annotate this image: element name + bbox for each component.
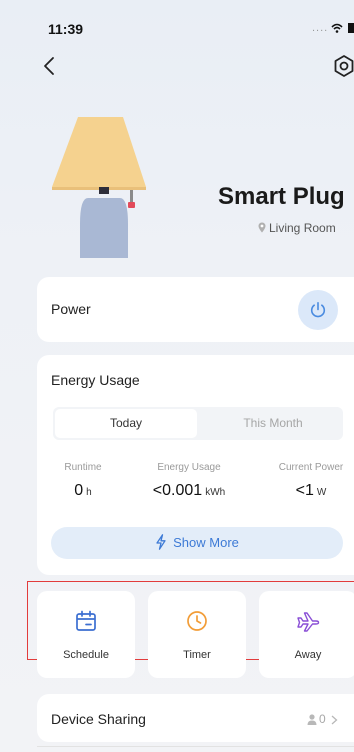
device-name: Smart Plug bbox=[218, 183, 345, 210]
device-sharing-row[interactable]: Device Sharing 0 bbox=[37, 694, 354, 742]
wifi-icon bbox=[331, 23, 343, 33]
stat-label: Runtime bbox=[64, 462, 102, 473]
status-icons: .... bbox=[312, 22, 354, 34]
away-label: Away bbox=[294, 649, 322, 661]
status-bar: 11:39 .... bbox=[0, 0, 354, 40]
device-sharing-label: Device Sharing bbox=[51, 711, 146, 727]
lightning-icon bbox=[156, 534, 166, 550]
period-segmented-control: Today This Month bbox=[53, 407, 343, 440]
stat-unit: W bbox=[316, 487, 327, 498]
sharing-count-value: 0 bbox=[319, 712, 326, 726]
lamp-illustration bbox=[52, 117, 146, 258]
settings-button[interactable] bbox=[332, 54, 354, 78]
stat-number: <0.001 bbox=[152, 482, 203, 499]
show-more-button[interactable]: Show More bbox=[51, 527, 343, 559]
stat-value: 0h bbox=[53, 482, 113, 500]
show-more-label: Show More bbox=[173, 535, 239, 550]
power-card: Power bbox=[37, 277, 354, 342]
energy-usage-title: Energy Usage bbox=[51, 372, 140, 388]
sharing-count: 0 bbox=[307, 712, 340, 726]
clock-icon bbox=[187, 611, 207, 631]
away-button[interactable]: Away bbox=[259, 591, 354, 678]
stat-number: 0 bbox=[74, 482, 84, 499]
stat-label: Energy Usage bbox=[157, 462, 221, 473]
power-label: Power bbox=[51, 301, 91, 317]
timer-button[interactable]: Timer bbox=[148, 591, 246, 678]
battery-icon bbox=[348, 23, 354, 34]
airplane-icon bbox=[297, 612, 320, 632]
signal-dots: .... bbox=[312, 22, 329, 34]
location-pin-icon bbox=[258, 222, 266, 233]
stat-unit: h bbox=[86, 487, 92, 498]
timer-label: Timer bbox=[183, 649, 211, 661]
stat-energy-usage: Energy Usage <0.001 kWh bbox=[139, 462, 239, 500]
power-icon bbox=[310, 301, 326, 318]
schedule-button[interactable]: Schedule bbox=[37, 591, 135, 678]
divider bbox=[37, 746, 354, 747]
gear-icon bbox=[334, 55, 354, 77]
stat-number: <1 bbox=[295, 482, 314, 499]
power-toggle-button[interactable] bbox=[298, 290, 338, 330]
back-button[interactable] bbox=[38, 52, 62, 80]
calendar-icon bbox=[76, 610, 96, 631]
status-time: 11:39 bbox=[48, 21, 84, 37]
tab-this-month[interactable]: This Month bbox=[203, 409, 343, 438]
tab-today[interactable]: Today bbox=[55, 409, 197, 438]
schedule-label: Schedule bbox=[63, 649, 109, 661]
device-room-label: Living Room bbox=[269, 221, 336, 235]
back-chevron-icon bbox=[44, 57, 54, 75]
stat-current-power: Current Power <1 W bbox=[265, 462, 354, 500]
stat-value: <0.001 kWh bbox=[139, 482, 239, 500]
device-room: Living Room bbox=[258, 221, 336, 235]
chevron-right-icon bbox=[331, 715, 338, 725]
stat-value: <1 W bbox=[265, 482, 354, 500]
device-image bbox=[50, 102, 150, 262]
person-icon bbox=[307, 714, 317, 725]
stat-unit: kWh bbox=[205, 487, 226, 498]
stat-runtime: Runtime 0h bbox=[53, 462, 113, 500]
energy-usage-card: Energy Usage Today This Month Runtime 0h… bbox=[37, 355, 354, 575]
stat-label: Current Power bbox=[278, 462, 344, 473]
